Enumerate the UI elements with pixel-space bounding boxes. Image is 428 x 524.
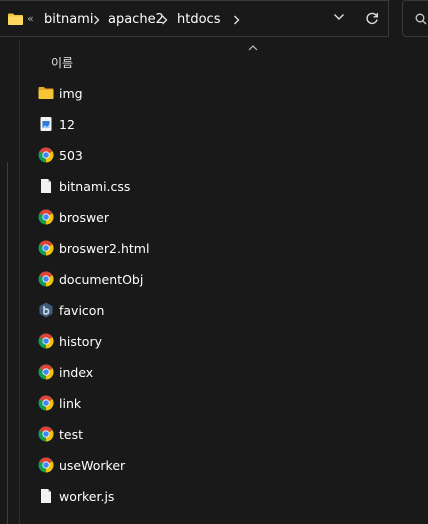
file-name: history — [59, 334, 102, 349]
file-row[interactable]: broswer2.html — [36, 237, 396, 261]
file-name: favicon — [59, 303, 105, 318]
search-icon — [415, 13, 427, 25]
chrome-icon — [38, 395, 54, 411]
file-name: broswer2.html — [59, 241, 150, 256]
file-name: worker.js — [59, 489, 115, 504]
file-name: test — [59, 427, 84, 442]
file-row[interactable]: broswer — [36, 206, 396, 230]
chrome-icon — [38, 426, 54, 442]
breadcrumb-apache2[interactable]: apache2 — [108, 12, 164, 27]
file-name: link — [59, 396, 82, 411]
file-row[interactable]: 503 — [36, 144, 396, 168]
chevron-right-icon[interactable] — [161, 15, 168, 25]
file-row[interactable]: bitnami.css — [36, 175, 396, 199]
file-row[interactable]: 12 — [36, 113, 396, 137]
chrome-icon — [38, 333, 54, 349]
file-row[interactable]: worker.js — [36, 485, 396, 509]
file-name: broswer — [59, 210, 110, 225]
address-bar[interactable]: « bitnami apache2 htdocs — [0, 0, 389, 37]
file-row[interactable]: useWorker — [36, 454, 396, 478]
chrome-icon — [38, 457, 54, 473]
file-row[interactable]: test — [36, 423, 396, 447]
file-name: 12 — [59, 117, 75, 132]
file-name: documentObj — [59, 272, 144, 287]
file-row[interactable]: img — [36, 82, 396, 106]
file-row[interactable]: documentObj — [36, 268, 396, 292]
pane-edge — [19, 40, 20, 524]
file-row[interactable]: favicon — [36, 299, 396, 323]
chrome-icon — [38, 209, 54, 225]
chrome-icon — [38, 147, 54, 163]
file-name: 503 — [59, 148, 83, 163]
chevron-right-icon[interactable] — [93, 15, 100, 25]
chrome-icon — [38, 240, 54, 256]
chrome-icon — [38, 364, 54, 380]
favicon-file-icon — [38, 302, 54, 318]
file-row[interactable]: link — [36, 392, 396, 416]
chrome-icon — [38, 271, 54, 287]
breadcrumb-overflow[interactable]: « — [27, 12, 34, 25]
breadcrumb-bitnami[interactable]: bitnami — [44, 12, 93, 27]
file-row[interactable]: history — [36, 330, 396, 354]
file-icon — [38, 488, 54, 504]
breadcrumb-htdocs[interactable]: htdocs — [177, 12, 220, 27]
search-box[interactable] — [402, 0, 428, 37]
chevron-right-icon[interactable] — [233, 15, 240, 25]
navigation-pane-divider — [7, 162, 8, 524]
file-name: index — [59, 365, 94, 380]
column-header-name[interactable]: 이름 — [51, 54, 73, 71]
sort-ascending-icon[interactable] — [248, 45, 258, 51]
file-name: bitnami.css — [59, 179, 131, 194]
file-icon — [38, 178, 54, 194]
file-name: useWorker — [59, 458, 126, 473]
folder-icon — [8, 13, 23, 25]
chevron-down-icon[interactable] — [333, 13, 345, 21]
file-name: img — [59, 86, 83, 101]
file-row[interactable]: index — [36, 361, 396, 385]
image-file-icon — [38, 116, 54, 132]
refresh-icon[interactable] — [365, 12, 379, 26]
folder-icon — [38, 85, 54, 101]
